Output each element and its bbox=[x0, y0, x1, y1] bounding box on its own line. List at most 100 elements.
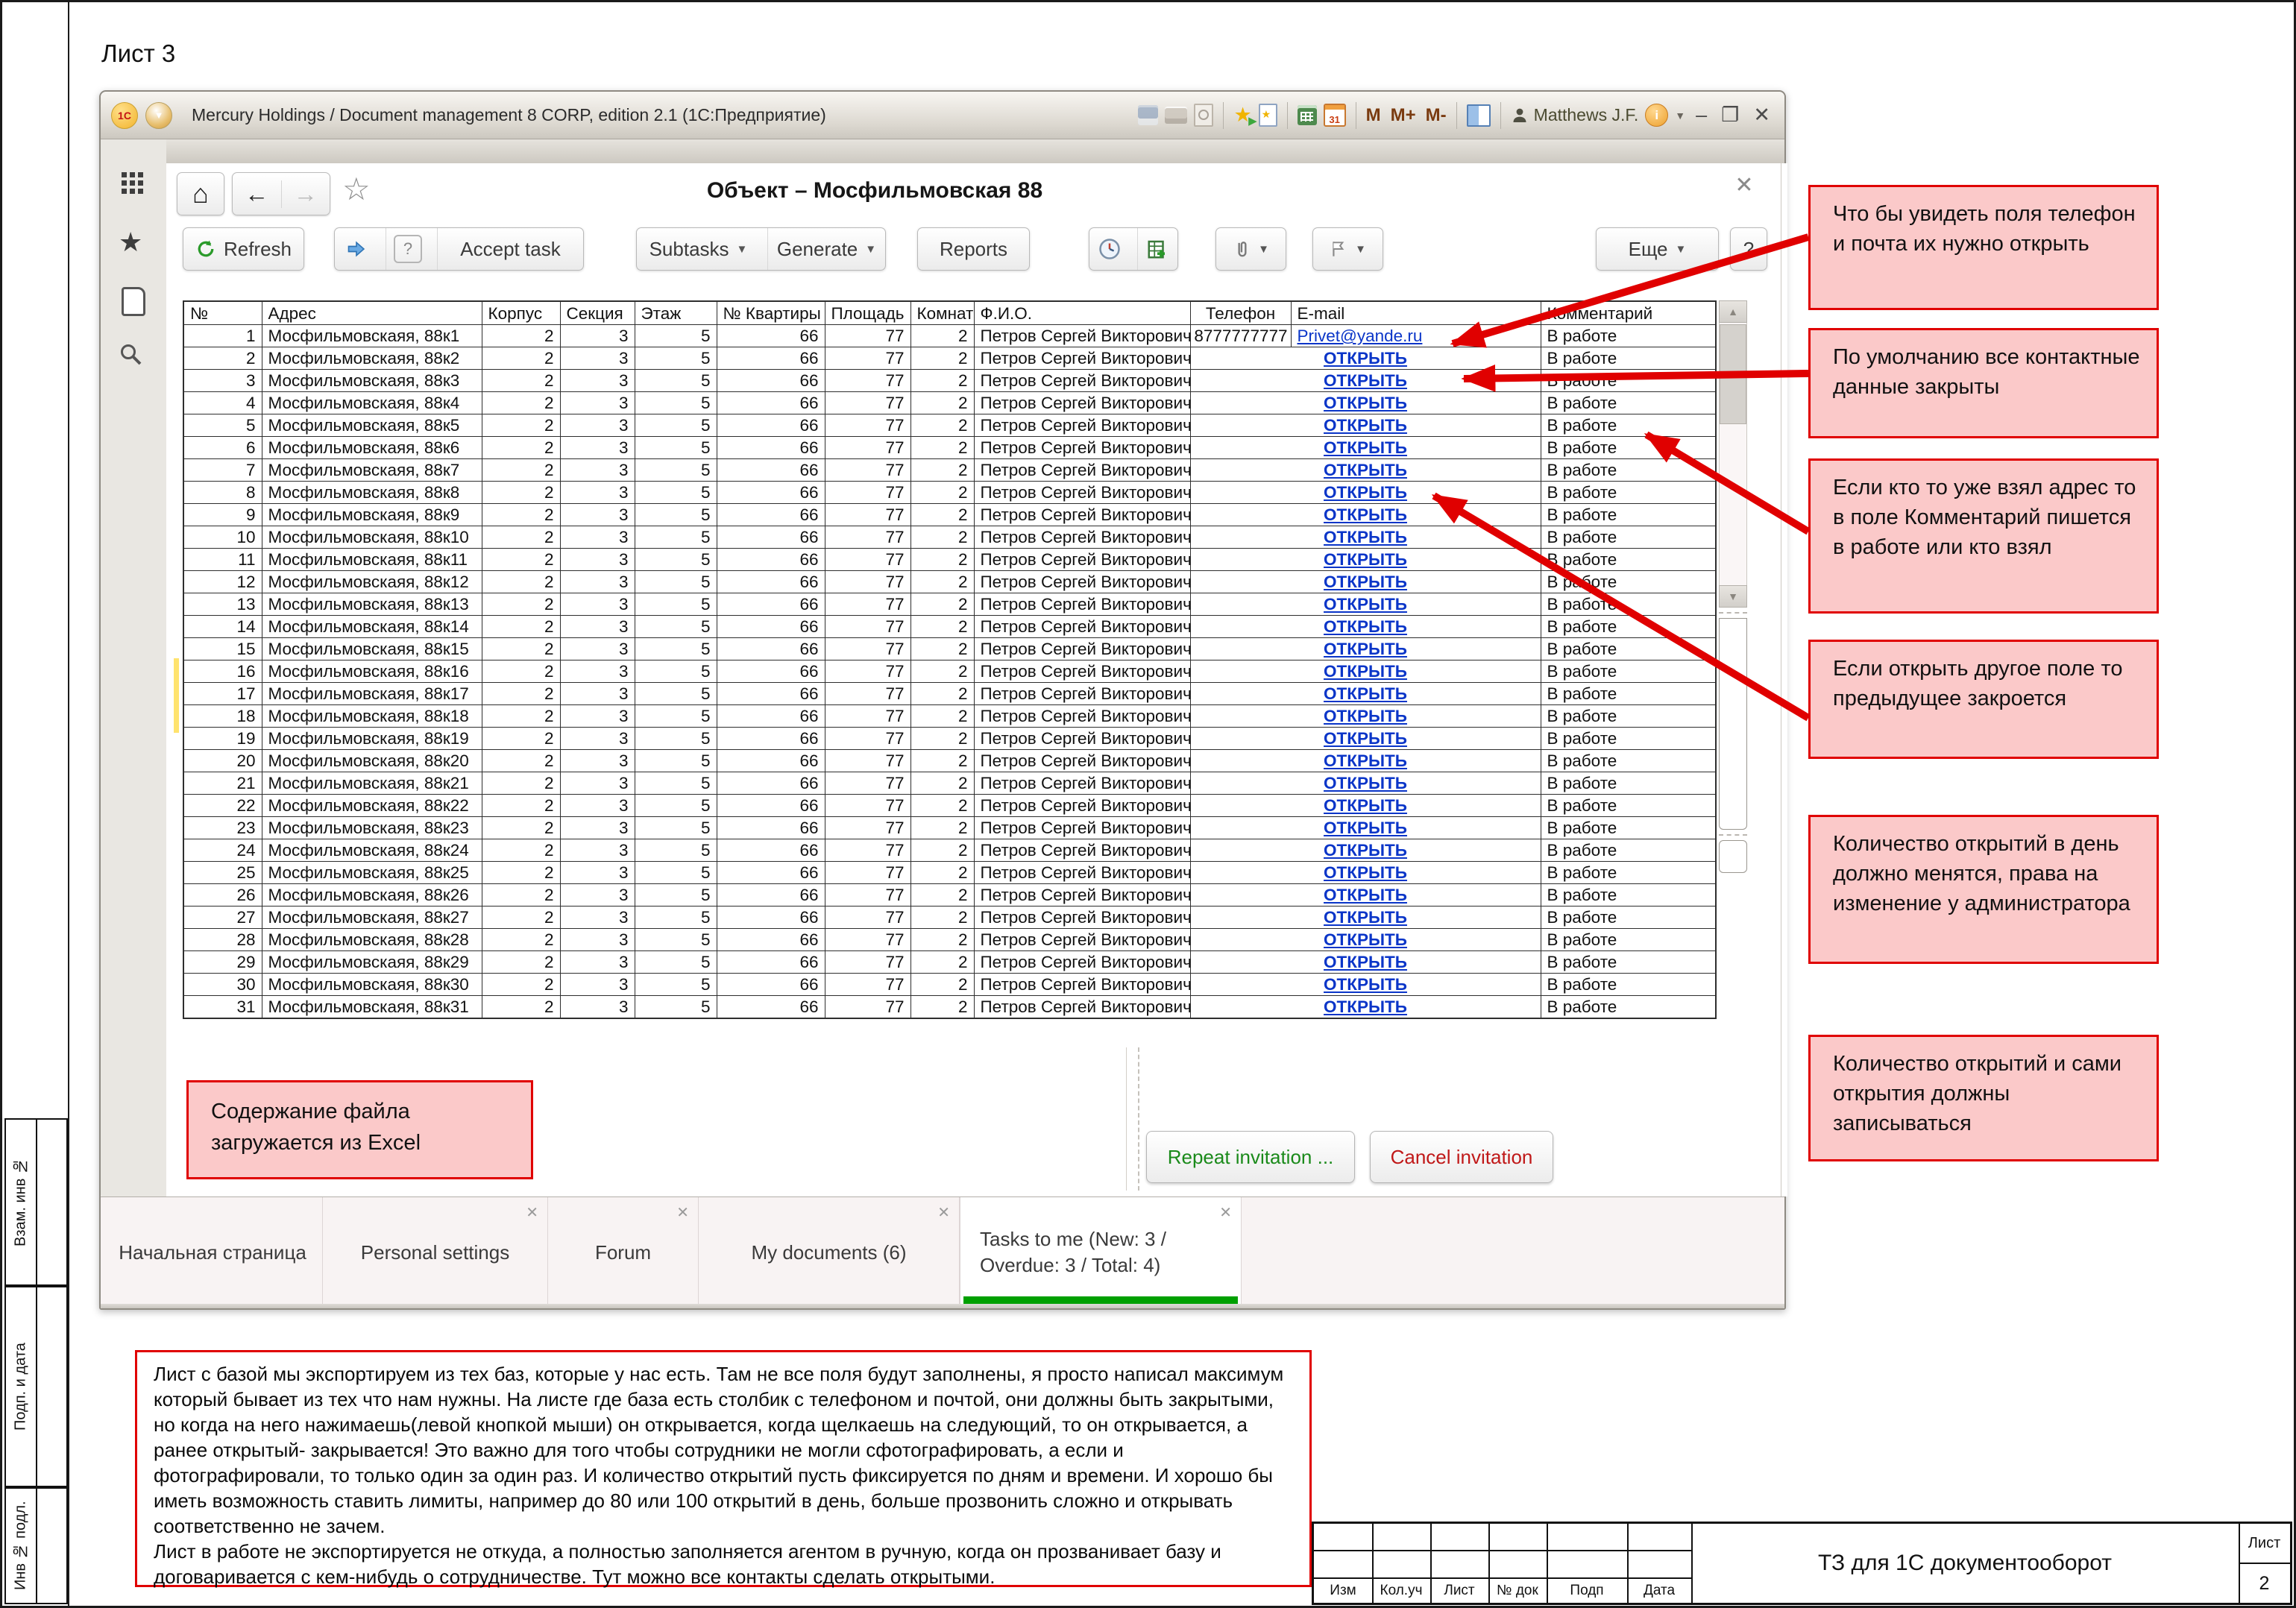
generate-button[interactable]: Generate▼ bbox=[767, 228, 885, 270]
open-contact-link[interactable]: ОТКРЫТЬ bbox=[1324, 684, 1407, 703]
menu-grid-icon[interactable] bbox=[122, 172, 127, 177]
open-contact-link[interactable]: ОТКРЫТЬ bbox=[1324, 528, 1407, 546]
table-row[interactable]: 11Мосфильмовскаяя, 88к1123566772Петров С… bbox=[183, 549, 1716, 571]
table-row[interactable]: 13Мосфильмовскаяя, 88к1323566772Петров С… bbox=[183, 593, 1716, 616]
1c-logo-icon[interactable]: 1С bbox=[111, 102, 138, 129]
table-row[interactable]: 18Мосфильмовскаяя, 88к1823566772Петров С… bbox=[183, 705, 1716, 728]
save-icon[interactable] bbox=[1138, 105, 1158, 125]
table-row[interactable]: 22Мосфильмовскаяя, 88к2223566772Петров С… bbox=[183, 795, 1716, 817]
table-row[interactable]: 9Мосфильмовскаяя, 88к923566772Петров Сер… bbox=[183, 504, 1716, 526]
tab-4[interactable]: My documents (6)✕ bbox=[699, 1197, 960, 1308]
scrollbar-thumb[interactable] bbox=[1720, 324, 1746, 424]
open-contact-link[interactable]: ОТКРЫТЬ bbox=[1324, 595, 1407, 614]
export-excel-icon[interactable] bbox=[1137, 228, 1178, 270]
history-clipboard-icon[interactable] bbox=[122, 287, 145, 316]
tab-close-icon[interactable]: ✕ bbox=[937, 1203, 950, 1222]
print-icon[interactable] bbox=[1165, 107, 1187, 124]
help-button[interactable]: ? bbox=[1730, 227, 1767, 271]
table-row[interactable]: 27Мосфильмовскаяя, 88к2723566772Петров С… bbox=[183, 907, 1716, 929]
favorites-icon[interactable]: ★ bbox=[119, 229, 142, 256]
split-window-icon[interactable] bbox=[1467, 104, 1491, 127]
favorite-star-icon[interactable]: ☆ bbox=[342, 174, 371, 205]
splitter-dash[interactable] bbox=[1719, 612, 1747, 614]
table-row[interactable]: 28Мосфильмовскаяя, 88к2823566772Петров С… bbox=[183, 929, 1716, 951]
cancel-invitation-button[interactable]: Cancel invitation bbox=[1370, 1131, 1553, 1183]
subtasks-button[interactable]: Subtasks▼ bbox=[637, 228, 760, 270]
open-contact-link[interactable]: ОТКРЫТЬ bbox=[1324, 573, 1407, 591]
splitter-dash[interactable] bbox=[1719, 834, 1747, 836]
open-contact-link[interactable]: ОТКРЫТЬ bbox=[1324, 461, 1407, 479]
table-row[interactable]: 23Мосфильмовскаяя, 88к2323566772Петров С… bbox=[183, 817, 1716, 839]
table-row[interactable]: 7Мосфильмовскаяя, 88к723566772Петров Сер… bbox=[183, 459, 1716, 482]
add-favorite-icon[interactable]: ★▶ bbox=[1233, 105, 1251, 125]
favorites-doc-icon[interactable] bbox=[1259, 104, 1277, 127]
open-contact-link[interactable]: ОТКРЫТЬ bbox=[1324, 796, 1407, 815]
tab-1[interactable]: Начальная страница bbox=[103, 1197, 323, 1308]
tab-close-icon[interactable]: ✕ bbox=[676, 1203, 689, 1222]
open-contact-link[interactable]: ОТКРЫТЬ bbox=[1324, 707, 1407, 725]
table-row[interactable]: 19Мосфильмовскаяя, 88к1923566772Петров С… bbox=[183, 728, 1716, 750]
open-contact-link[interactable]: ОТКРЫТЬ bbox=[1324, 729, 1407, 748]
open-contact-link[interactable]: ОТКРЫТЬ bbox=[1324, 953, 1407, 971]
open-contact-link[interactable]: ОТКРЫТЬ bbox=[1324, 997, 1407, 1016]
table-row[interactable]: 5Мосфильмовскаяя, 88к523566772Петров Сер… bbox=[183, 414, 1716, 437]
column-header[interactable]: Телефон bbox=[1190, 301, 1291, 325]
task-help-icon[interactable]: ? bbox=[386, 228, 430, 270]
column-header[interactable]: Площадь bbox=[825, 301, 910, 325]
open-contact-link[interactable]: ОТКРЫТЬ bbox=[1324, 505, 1407, 524]
back-button[interactable]: ← bbox=[233, 180, 282, 208]
table-row[interactable]: 25Мосфильмовскаяя, 88к2523566772Петров С… bbox=[183, 862, 1716, 884]
more-button[interactable]: Еще▼ bbox=[1596, 227, 1719, 271]
search-icon[interactable] bbox=[119, 342, 144, 371]
open-contact-link[interactable]: ОТКРЫТЬ bbox=[1324, 483, 1407, 502]
open-contact-link[interactable]: ОТКРЫТЬ bbox=[1324, 438, 1407, 457]
table-row[interactable]: 20Мосфильмовскаяя, 88к2023566772Петров С… bbox=[183, 750, 1716, 772]
open-contact-link[interactable]: ОТКРЫТЬ bbox=[1324, 416, 1407, 435]
table-row[interactable]: 3Мосфильмовскаяя, 88к323566772Петров Сер… bbox=[183, 370, 1716, 392]
maximize-button[interactable]: ❐ bbox=[1717, 105, 1743, 125]
tab-close-icon[interactable]: ✕ bbox=[1219, 1203, 1232, 1222]
table-row[interactable]: 15Мосфильмовскаяя, 88к1523566772Петров С… bbox=[183, 638, 1716, 660]
column-header[interactable]: Адрес bbox=[262, 301, 482, 325]
table-row[interactable]: 21Мосфильмовскаяя, 88к2123566772Петров С… bbox=[183, 772, 1716, 795]
table-row[interactable]: 16Мосфильмовскаяя, 88к1623566772Петров С… bbox=[183, 660, 1716, 683]
clock-icon[interactable] bbox=[1089, 228, 1130, 270]
tab-close-icon[interactable]: ✕ bbox=[526, 1203, 538, 1222]
forward-button[interactable]: → bbox=[282, 180, 330, 208]
calculator-icon[interactable] bbox=[1298, 105, 1317, 125]
column-header[interactable]: № bbox=[183, 301, 262, 325]
open-contact-link[interactable]: ОТКРЫТЬ bbox=[1324, 975, 1407, 994]
calendar-icon[interactable]: 31 bbox=[1324, 104, 1346, 127]
form-close-icon[interactable]: ✕ bbox=[1728, 172, 1761, 198]
open-contact-link[interactable]: ОТКРЫТЬ bbox=[1324, 863, 1407, 882]
column-header[interactable]: Секция bbox=[560, 301, 635, 325]
print-preview-icon[interactable] bbox=[1194, 104, 1213, 127]
system-menu-icon[interactable]: ▼ bbox=[145, 102, 172, 129]
table-row[interactable]: 26Мосфильмовскаяя, 88к2623566772Петров С… bbox=[183, 884, 1716, 907]
column-header[interactable]: Корпус bbox=[482, 301, 560, 325]
scroll-down-icon[interactable]: ▼ bbox=[1719, 585, 1747, 608]
object-table[interactable]: №АдресКорпусСекцияЭтаж№ КвартирыПлощадьК… bbox=[183, 300, 1717, 1019]
open-contact-link[interactable]: ОТКРЫТЬ bbox=[1324, 886, 1407, 904]
column-header[interactable]: E-mail bbox=[1291, 301, 1541, 325]
table-row[interactable]: 14Мосфильмовскаяя, 88к1423566772Петров С… bbox=[183, 616, 1716, 638]
panel-split-handle[interactable] bbox=[1138, 1047, 1139, 1191]
chevron-down-icon[interactable]: ▼ bbox=[1675, 110, 1685, 122]
tab-5[interactable]: Tasks to me (New: 3 / Overdue: 3 / Total… bbox=[960, 1197, 1242, 1308]
memory-button-Mx[interactable]: M+ bbox=[1391, 105, 1416, 126]
column-header[interactable]: Комментарий bbox=[1541, 301, 1716, 325]
scrollbar-track[interactable] bbox=[1719, 323, 1747, 585]
column-header[interactable]: Комнат bbox=[910, 301, 974, 325]
open-contact-link[interactable]: ОТКРЫТЬ bbox=[1324, 349, 1407, 368]
column-header[interactable]: № Квартиры bbox=[717, 301, 825, 325]
open-contact-link[interactable]: ОТКРЫТЬ bbox=[1324, 617, 1407, 636]
table-row[interactable]: 10Мосфильмовскаяя, 88к1023566772Петров С… bbox=[183, 526, 1716, 549]
column-header[interactable]: Ф.И.О. bbox=[974, 301, 1190, 325]
user-badge[interactable]: Matthews J.F. bbox=[1511, 105, 1639, 125]
home-button[interactable]: ⌂ bbox=[177, 172, 224, 215]
open-contact-link[interactable]: ОТКРЫТЬ bbox=[1324, 371, 1407, 390]
accept-arrow-icon[interactable] bbox=[335, 228, 378, 270]
table-row[interactable]: 6Мосфильмовскаяя, 88к623566772Петров Сер… bbox=[183, 437, 1716, 459]
open-contact-link[interactable]: ОТКРЫТЬ bbox=[1324, 662, 1407, 681]
column-header[interactable]: Этаж bbox=[635, 301, 717, 325]
